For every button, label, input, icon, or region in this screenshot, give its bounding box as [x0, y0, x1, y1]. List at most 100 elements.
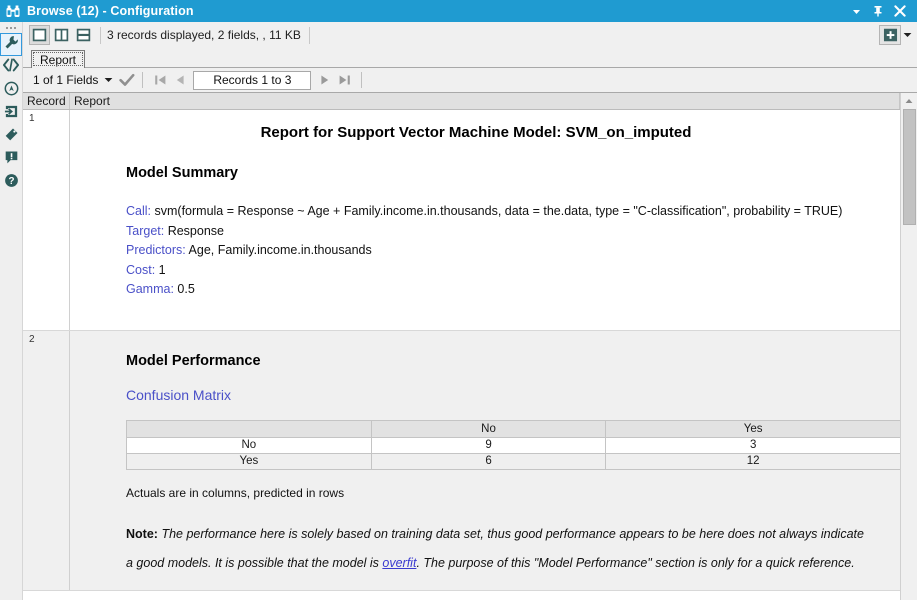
call-value: svm(formula = Response ~ Age + Family.in…	[155, 204, 843, 218]
note-label: Note:	[126, 527, 158, 541]
grid-header-row: Record Report	[23, 93, 900, 110]
matrix-row-label-yes: Yes	[127, 453, 372, 469]
rail-item-annotation[interactable]	[0, 125, 22, 148]
horizontal-split-view-button[interactable]	[73, 25, 94, 45]
predictors-value: Age, Family.income.in.thousands	[189, 243, 372, 257]
grid-header-report: Report	[70, 93, 900, 109]
tab-report[interactable]: Report	[31, 50, 85, 68]
rail-item-import[interactable]	[0, 102, 22, 125]
call-label: Call:	[126, 204, 151, 218]
report-title: Report for Support Vector Machine Model:…	[70, 110, 882, 143]
table-row[interactable]: 2 Model Performance Confusion Matrix	[23, 331, 900, 591]
binoculars-icon	[4, 2, 22, 20]
browse-configuration-window: Browse (12) - Configuration	[0, 0, 917, 600]
rail-grip	[6, 23, 16, 32]
pin-icon[interactable]	[867, 1, 889, 21]
confusion-matrix-body: No 9 3 Yes 6 12	[127, 437, 901, 469]
add-control-group	[879, 25, 913, 45]
predictors-label: Predictors:	[126, 243, 186, 257]
rail-item-help[interactable]: ?	[0, 171, 22, 194]
nav-separator-2	[361, 72, 362, 88]
matrix-cell-no-no: 9	[371, 437, 606, 453]
chevron-down-icon	[104, 77, 113, 83]
browse-toolbar: 3 records displayed, 2 fields, , 11 KB	[23, 22, 917, 48]
matrix-cell-no-yes: 3	[606, 437, 900, 453]
view-mode-group	[29, 25, 94, 45]
compass-icon	[4, 81, 19, 101]
help-icon: ?	[4, 173, 19, 193]
records-range-label: Records 1 to 3	[213, 73, 291, 87]
apply-check-icon[interactable]	[119, 73, 135, 87]
scrollbar-thumb[interactable]	[903, 109, 916, 225]
close-icon[interactable]	[889, 1, 911, 21]
tag-icon	[4, 127, 19, 147]
confusion-matrix-header-row: No Yes	[127, 420, 901, 437]
rail-item-messages[interactable]	[0, 148, 22, 171]
window-body: ?	[0, 22, 917, 600]
model-summary-heading: Model Summary	[70, 143, 882, 181]
grid-header-record: Record	[23, 93, 70, 109]
grid-rows: 1 Report for Support Vector Machine Mode…	[23, 110, 900, 591]
summary-gamma-row: Gamma: 0.5	[70, 280, 882, 300]
summary-target-row: Target: Response	[70, 222, 882, 242]
single-pane-view-button[interactable]	[29, 25, 50, 45]
fields-selector[interactable]: 1 of 1 Fields	[33, 73, 113, 87]
gamma-label: Gamma:	[126, 282, 174, 296]
model-performance-heading: Model Performance	[70, 331, 882, 369]
report-record-2: Model Performance Confusion Matrix No	[70, 331, 900, 590]
main-panel: 3 records displayed, 2 fields, , 11 KB	[23, 22, 917, 600]
summary-call-row: Call: svm(formula = Response ~ Age + Fam…	[70, 181, 882, 222]
toolbar-separator-1	[100, 27, 101, 44]
overfit-link[interactable]: overfit	[382, 556, 416, 570]
rail-item-configuration[interactable]	[0, 33, 22, 56]
cost-value: 1	[159, 263, 166, 277]
window-controls	[845, 0, 911, 22]
previous-record-button[interactable]	[170, 71, 190, 90]
add-icon[interactable]	[879, 25, 901, 45]
target-label: Target:	[126, 224, 164, 238]
toolbar-separator-2	[309, 27, 310, 44]
actuals-note: Actuals are in columns, predicted in row…	[70, 470, 882, 500]
last-record-button[interactable]	[334, 71, 354, 90]
vertical-scrollbar[interactable]	[900, 93, 917, 600]
matrix-cell-yes-yes: 12	[606, 453, 900, 469]
next-record-button[interactable]	[314, 71, 334, 90]
note-text-after: . The purpose of this "Model Performance…	[416, 556, 854, 570]
first-record-button[interactable]	[150, 71, 170, 90]
add-dropdown-caret-icon[interactable]	[901, 25, 913, 45]
summary-cost-row: Cost: 1	[70, 261, 882, 281]
records-info-label: 3 records displayed, 2 fields, , 11 KB	[107, 28, 303, 42]
report-grid-scroll: Record Report 1 Report for Support Vecto…	[23, 93, 900, 600]
matrix-col-header-no: No	[371, 420, 606, 437]
performance-note: Note: The performance here is solely bas…	[70, 500, 882, 590]
matrix-row-label-no: No	[127, 437, 372, 453]
code-icon	[3, 58, 19, 77]
vertical-split-view-button[interactable]	[51, 25, 72, 45]
scroll-up-button[interactable]	[901, 93, 917, 109]
matrix-cell-yes-no: 6	[371, 453, 606, 469]
record-1-bottom-spacer	[70, 300, 882, 330]
records-range-field[interactable]: Records 1 to 3	[193, 71, 311, 90]
tab-strip: Report	[23, 48, 917, 67]
rail-item-navigate[interactable]	[0, 79, 22, 102]
window-menu-button[interactable]	[845, 1, 867, 21]
confusion-matrix-wrap: No Yes No 9 3	[70, 403, 882, 470]
report-grid-area: Record Report 1 Report for Support Vecto…	[23, 92, 917, 600]
matrix-row-no: No 9 3	[127, 437, 901, 453]
row-number: 2	[23, 331, 70, 590]
table-row[interactable]: 1 Report for Support Vector Machine Mode…	[23, 110, 900, 331]
confusion-matrix-table: No Yes No 9 3	[126, 420, 900, 470]
scrollbar-track[interactable]	[901, 109, 917, 600]
confusion-matrix-heading: Confusion Matrix	[70, 369, 882, 403]
matrix-row-yes: Yes 6 12	[127, 453, 901, 469]
wrench-icon	[4, 35, 19, 55]
import-icon	[4, 104, 19, 124]
window-titlebar: Browse (12) - Configuration	[0, 0, 917, 22]
confusion-matrix-head: No Yes	[127, 420, 901, 437]
matrix-col-header-yes: Yes	[606, 420, 900, 437]
target-value: Response	[168, 224, 224, 238]
nav-separator-1	[142, 72, 143, 88]
svg-text:?: ?	[8, 176, 14, 187]
gamma-value: 0.5	[177, 282, 194, 296]
rail-item-code[interactable]	[0, 56, 22, 79]
